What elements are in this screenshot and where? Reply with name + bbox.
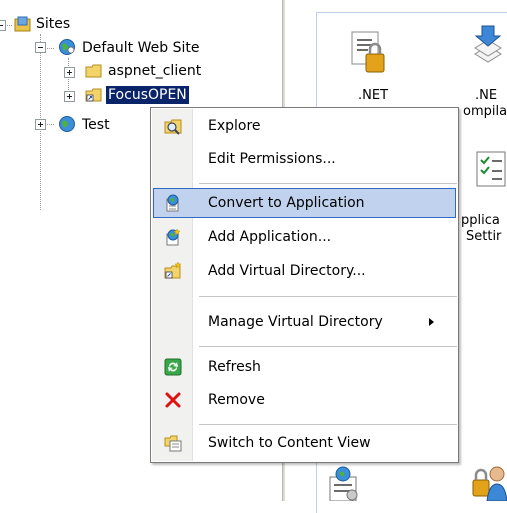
tree-node-default-web-site[interactable]: Default Web Site bbox=[80, 39, 201, 57]
feature-label-net: .NET bbox=[358, 88, 389, 103]
tree-node-focusopen[interactable]: FocusOPEN bbox=[106, 86, 189, 104]
menu-item-explore[interactable]: Explore bbox=[153, 111, 456, 141]
menu-item-edit-permissions[interactable]: Edit Permissions... bbox=[153, 144, 456, 174]
remove-icon bbox=[165, 392, 181, 408]
expand-test-button[interactable] bbox=[35, 119, 46, 130]
menu-label-manage-virtual-directory: Manage Virtual Directory bbox=[208, 314, 383, 330]
virtual-directory-icon bbox=[85, 88, 102, 102]
menu-separator bbox=[199, 296, 457, 297]
collapse-sites-button[interactable] bbox=[0, 20, 6, 31]
authentication-icon[interactable] bbox=[471, 462, 507, 501]
menu-item-manage-virtual-directory[interactable]: Manage Virtual Directory bbox=[153, 307, 456, 337]
context-menu: Explore Edit Permissions... Convert to A… bbox=[150, 107, 459, 463]
menu-item-add-application[interactable]: Add Application... bbox=[153, 222, 456, 252]
tree-node-aspnet-client[interactable]: aspnet_client bbox=[106, 62, 203, 80]
menu-item-refresh[interactable]: Refresh bbox=[153, 352, 456, 382]
application-settings-icon[interactable] bbox=[475, 150, 507, 190]
globe-icon bbox=[59, 116, 75, 132]
menu-label-remove: Remove bbox=[208, 392, 265, 408]
menu-label-convert-to-application: Convert to Application bbox=[208, 195, 365, 211]
collapse-default-site-button[interactable] bbox=[35, 42, 46, 53]
menu-separator bbox=[199, 183, 457, 184]
menu-label-add-application: Add Application... bbox=[208, 229, 332, 245]
net-authorization-icon[interactable] bbox=[350, 30, 388, 76]
feature-label-net-2: .NE bbox=[475, 88, 498, 103]
submenu-arrow-icon bbox=[429, 318, 434, 326]
add-vdir-icon bbox=[164, 262, 182, 279]
menu-item-convert-to-application[interactable]: Convert to Application bbox=[153, 188, 456, 218]
machine-key-icon[interactable] bbox=[326, 465, 362, 501]
menu-label-edit-permissions: Edit Permissions... bbox=[208, 151, 336, 167]
menu-label-switch-to-content-view: Switch to Content View bbox=[208, 435, 371, 451]
menu-separator bbox=[199, 424, 457, 425]
expand-focusopen-button[interactable] bbox=[64, 91, 75, 102]
tree-node-sites[interactable]: Sites bbox=[34, 15, 72, 33]
feature-label-settings: Settir bbox=[466, 229, 502, 244]
feature-label-compilation: ompila bbox=[463, 104, 507, 119]
content-view-icon bbox=[164, 435, 182, 452]
explore-icon bbox=[164, 119, 182, 135]
feature-label-applica: pplica bbox=[461, 213, 500, 228]
globe-icon bbox=[59, 39, 75, 55]
tree-node-test[interactable]: Test bbox=[80, 116, 112, 134]
menu-item-remove[interactable]: Remove bbox=[153, 385, 456, 415]
add-app-icon bbox=[166, 228, 181, 246]
expand-aspnet-client-button[interactable] bbox=[64, 67, 75, 78]
menu-separator bbox=[199, 346, 457, 347]
convert-app-icon bbox=[166, 194, 179, 212]
menu-item-add-virtual-directory[interactable]: Add Virtual Directory... bbox=[153, 256, 456, 286]
sites-folder-icon bbox=[14, 16, 31, 32]
menu-label-add-virtual-directory: Add Virtual Directory... bbox=[208, 263, 366, 279]
folder-icon bbox=[85, 64, 102, 78]
refresh-icon bbox=[164, 358, 182, 376]
menu-item-switch-to-content-view[interactable]: Switch to Content View bbox=[153, 428, 456, 458]
menu-label-explore: Explore bbox=[208, 118, 261, 134]
net-compilation-icon[interactable] bbox=[469, 24, 507, 72]
menu-label-refresh: Refresh bbox=[208, 359, 261, 375]
